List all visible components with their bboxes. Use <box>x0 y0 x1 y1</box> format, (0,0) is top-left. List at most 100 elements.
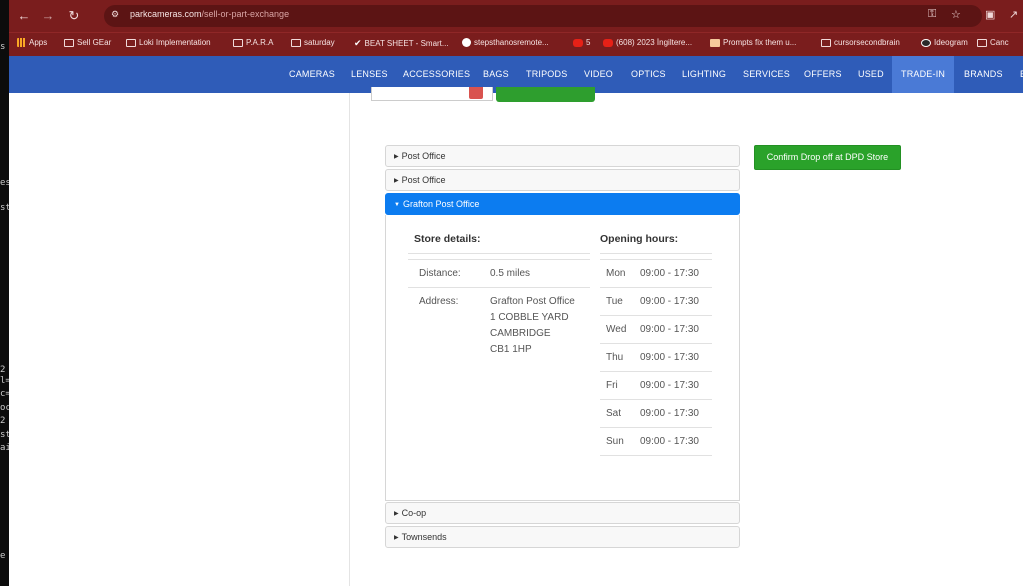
terminal-line: l= <box>0 376 9 386</box>
youtube-icon <box>603 38 613 47</box>
bookmark-ideogram[interactable]: Ideogram <box>921 38 968 47</box>
bookmark-cursorsecondbrain[interactable]: cursorsecondbrain <box>821 38 900 47</box>
address-line: CAMBRIDGE <box>490 328 551 339</box>
caret-right-icon: ▶ <box>394 535 399 541</box>
url-domain: parkcameras.com <box>130 9 202 19</box>
store-details-heading: Store details: <box>414 233 481 245</box>
caret-down-icon: ▼ <box>394 202 400 208</box>
day-label: Tue <box>606 296 623 307</box>
store-option-co-op[interactable]: ▶ Co-op <box>385 502 740 524</box>
nav-trade-in[interactable]: TRADE-IN <box>892 56 955 93</box>
password-key-icon[interactable]: ⚿ <box>928 8 936 21</box>
bookmark-sell-gear[interactable]: Sell GEar <box>64 38 111 47</box>
hours-value: 09:00 - 17:30 <box>640 436 699 447</box>
nav-optics[interactable]: OPTICS <box>631 56 666 93</box>
bookmark-saturday[interactable]: saturday <box>291 38 335 47</box>
terminal-line: ai <box>0 443 9 453</box>
terminal-line: 2 <box>0 416 6 426</box>
store-option-post-office-1[interactable]: ▶ Post Office <box>385 145 740 167</box>
divider <box>600 455 712 456</box>
store-option-post-office-2[interactable]: ▶ Post Office <box>385 169 740 191</box>
youtube-icon <box>573 38 583 47</box>
bookmark-youtube-608[interactable]: (608) 2023 İngiltere... <box>603 38 692 47</box>
nav-brands[interactable]: BRANDS <box>964 56 1003 93</box>
address-line: 1 COBBLE YARD <box>490 312 569 323</box>
bookmark-loki[interactable]: Loki Implementation <box>126 38 211 47</box>
divider <box>600 287 712 288</box>
folder-icon <box>821 38 831 47</box>
partial-green-button[interactable] <box>496 87 595 102</box>
divider <box>600 343 712 344</box>
url-text[interactable]: parkcameras.com/sell-or-part-exchange <box>130 9 289 19</box>
partial-red-button[interactable] <box>469 87 483 99</box>
nav-used[interactable]: USED <box>858 56 884 93</box>
forward-arrow-icon[interactable]: → <box>39 7 57 25</box>
nav-offers[interactable]: OFFERS <box>804 56 842 93</box>
hours-value: 09:00 - 17:30 <box>640 380 699 391</box>
browser-toolbar: ← → ↻ ⚙ parkcameras.com/sell-or-part-exc… <box>9 0 1023 32</box>
folder-icon <box>64 38 74 47</box>
folder-icon <box>977 38 987 47</box>
divider <box>600 259 712 260</box>
column-divider <box>349 93 350 586</box>
store-option-townsends[interactable]: ▶ Townsends <box>385 526 740 548</box>
divider <box>408 259 590 260</box>
hours-value: 09:00 - 17:30 <box>640 296 699 307</box>
address-line: Grafton Post Office <box>490 296 575 307</box>
bookmark-youtube-5[interactable]: 5 <box>573 38 590 47</box>
bookmark-para[interactable]: P.A.R.A <box>233 38 273 47</box>
caret-right-icon: ▶ <box>394 178 399 184</box>
folder-icon <box>291 38 301 47</box>
distance-value: 0.5 miles <box>490 268 531 279</box>
folder-icon <box>233 38 243 47</box>
terminal-window-edge: es st 2 l= c= oc 2 st ai e s <box>0 0 9 586</box>
terminal-line: es <box>0 178 9 188</box>
github-icon <box>462 38 471 47</box>
caret-right-icon: ▶ <box>394 511 399 517</box>
terminal-line: oc <box>0 403 9 413</box>
image-icon <box>710 38 720 47</box>
ideogram-icon <box>921 38 931 47</box>
bookmark-canc[interactable]: Canc <box>977 38 1009 47</box>
divider <box>600 399 712 400</box>
reload-icon[interactable]: ↻ <box>65 7 83 25</box>
store-option-grafton-post-office[interactable]: ▼ Grafton Post Office <box>385 193 740 215</box>
terminal-line: st <box>0 430 9 440</box>
hours-value: 09:00 - 17:30 <box>640 408 699 419</box>
day-label: Wed <box>606 324 627 335</box>
nav-services[interactable]: SERVICES <box>743 56 790 93</box>
address-label: Address: <box>419 296 459 307</box>
reading-mode-icon[interactable]: ▣ <box>985 8 995 21</box>
day-label: Fri <box>606 380 618 391</box>
hours-value: 09:00 - 17:30 <box>640 324 699 335</box>
folder-icon <box>126 38 136 47</box>
terminal-line: c= <box>0 389 9 399</box>
site-settings-icon[interactable]: ⚙ <box>111 9 119 20</box>
bookmark-prompts[interactable]: Prompts fix them u... <box>710 38 796 47</box>
address-line: CB1 1HP <box>490 344 532 355</box>
hours-value: 09:00 - 17:30 <box>640 268 699 279</box>
nav-lighting[interactable]: LIGHTING <box>682 56 726 93</box>
nav-cameras[interactable]: CAMERAS <box>289 56 335 93</box>
terminal-line: 2 <box>0 365 6 375</box>
extension-icon[interactable]: ↗ <box>1009 8 1018 21</box>
caret-right-icon: ▶ <box>394 154 399 160</box>
day-label: Sun <box>606 436 624 447</box>
url-path: /sell-or-part-exchange <box>201 9 290 19</box>
divider <box>408 287 590 288</box>
back-arrow-icon[interactable]: ← <box>15 7 33 25</box>
opening-hours-heading: Opening hours: <box>600 233 679 245</box>
page-content: ▶ Post Office ▶ Post Office ▼ Grafton Post … <box>9 87 1023 586</box>
terminal-line: st <box>0 203 9 213</box>
bookmark-beat-sheet[interactable]: ✔ BEAT SHEET - Smart... <box>354 38 449 49</box>
divider <box>600 253 712 254</box>
confirm-dpd-dropoff-button[interactable]: Confirm Drop off at DPD Store <box>754 145 901 170</box>
terminal-line: e <box>0 551 6 561</box>
bookmark-star-icon[interactable]: ☆ <box>951 8 961 21</box>
bookmark-github[interactable]: stepsthanosremote... <box>462 38 549 47</box>
bookmark-apps[interactable]: Apps <box>17 38 47 47</box>
distance-label: Distance: <box>419 268 461 279</box>
check-icon: ✔ <box>354 38 362 48</box>
divider <box>600 427 712 428</box>
day-label: Mon <box>606 268 626 279</box>
